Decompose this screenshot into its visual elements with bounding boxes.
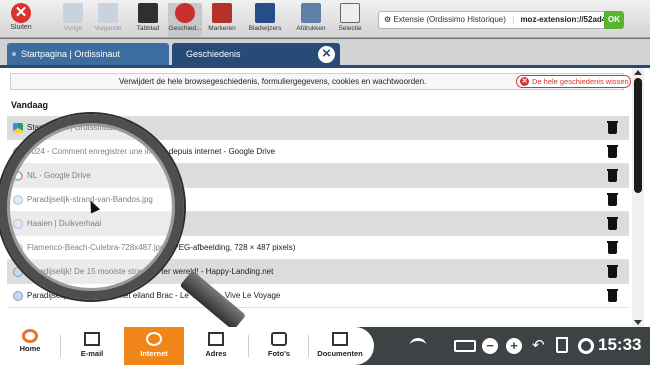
print-button[interactable]: Afdrukken — [294, 3, 328, 37]
tab-label: Geschiedenis — [186, 49, 241, 59]
bookmarks-button[interactable]: Bladwijzers — [248, 3, 282, 37]
tab-bar: Startpagina | Ordissinaut Geschiedenis × — [0, 39, 650, 65]
clear-history-bar: Verwijdert de hele browsegeschiedenis, f… — [10, 73, 631, 90]
taskbar-home[interactable]: Home — [8, 327, 52, 365]
bookmark-button[interactable]: Markeren — [205, 3, 239, 37]
scroll-up-icon[interactable] — [634, 70, 642, 75]
go-button[interactable]: OK — [604, 11, 624, 29]
back-icon[interactable]: ↶ — [532, 336, 545, 356]
globe-icon — [146, 332, 162, 346]
selection-button[interactable]: Selectie — [333, 3, 367, 37]
trash-icon[interactable] — [607, 169, 618, 182]
vertical-scrollbar[interactable] — [632, 68, 644, 330]
taskbar-documents[interactable]: Documenten — [312, 327, 368, 365]
tab-startpagina[interactable]: Startpagina | Ordissinaut — [7, 43, 169, 65]
home-icon — [22, 329, 38, 343]
clear-history-description: Verwijdert de hele browsegeschiedenis, f… — [119, 77, 427, 86]
browser-toolbar: ✕ Sluiten Vorige Volgende Tabblad Geschi… — [0, 0, 650, 38]
print-label: Afdrukken — [296, 25, 326, 32]
camera-icon — [271, 332, 287, 346]
selection-icon — [340, 3, 360, 23]
taskbar-label: Adres — [205, 349, 227, 358]
url-text: moz-extension://52ad409 — [520, 15, 616, 24]
printer-icon — [301, 3, 321, 23]
taskbar: Home E-mail Internet Adres Foto's Docume… — [0, 327, 650, 365]
trash-icon[interactable] — [607, 145, 618, 158]
address-bar[interactable]: ⚙ Extensie (Ordissimo Historique) | moz-… — [378, 11, 622, 29]
scroll-down-icon[interactable] — [634, 320, 642, 325]
bookmarks-icon — [255, 3, 275, 23]
delete-icon: ✕ — [520, 77, 529, 86]
trash-icon[interactable] — [607, 193, 618, 206]
google-drive-icon — [13, 123, 23, 133]
documents-icon — [332, 332, 348, 346]
taskbar-divider — [248, 335, 249, 357]
tab-label: Tabblad — [136, 25, 160, 32]
close-label: Sluiten — [10, 24, 32, 31]
history-icon — [175, 3, 195, 23]
close-icon: ✕ — [11, 3, 31, 23]
url-separator: | — [512, 15, 515, 24]
taskbar-email[interactable]: E-mail — [66, 327, 118, 365]
trash-icon[interactable] — [556, 337, 568, 353]
wifi-icon[interactable] — [410, 338, 426, 352]
scroll-thumb[interactable] — [634, 78, 642, 193]
trash-icon[interactable] — [607, 217, 618, 230]
battery-icon[interactable] — [454, 340, 476, 352]
app-launcher: Home E-mail Internet Adres Foto's Docume… — [0, 327, 374, 365]
tab-geschiedenis[interactable]: Geschiedenis — [172, 43, 340, 65]
close-button[interactable]: ✕ Sluiten — [4, 2, 38, 36]
taskbar-label: Internet — [140, 349, 168, 358]
globe-icon — [13, 291, 23, 301]
tab-plus-icon — [138, 3, 158, 23]
history-button[interactable]: Geschied... — [168, 3, 202, 37]
trash-icon[interactable] — [607, 121, 618, 134]
trash-icon[interactable] — [607, 265, 618, 278]
volume-up-icon[interactable]: + — [506, 338, 522, 354]
selection-label: Selectie — [338, 25, 362, 32]
taskbar-divider — [308, 335, 309, 357]
clear-history-label: De hele geschiedenis wissen — [532, 77, 629, 86]
back-label: Vorige — [63, 25, 83, 32]
forward-button[interactable]: Volgende — [91, 3, 125, 37]
new-tab-button[interactable]: Tabblad — [131, 3, 165, 37]
tab-label: Startpagina | Ordissinaut — [21, 49, 120, 59]
tab-favicon — [12, 52, 16, 56]
history-label: Geschied... — [168, 25, 202, 32]
forward-label: Volgende — [94, 25, 122, 32]
help-lifebuoy-icon[interactable] — [578, 338, 594, 354]
extension-icon: ⚙ — [384, 15, 392, 24]
taskbar-divider — [60, 335, 61, 357]
taskbar-label: Home — [19, 344, 41, 353]
taskbar-label: Documenten — [317, 349, 363, 358]
taskbar-label: Foto's — [267, 349, 291, 358]
day-heading: Vandaag — [11, 100, 49, 110]
bookmarks-label: Bladwijzers — [248, 25, 282, 32]
taskbar-photos[interactable]: Foto's — [254, 327, 304, 365]
trash-icon[interactable] — [607, 241, 618, 254]
clock: 15:33 — [598, 335, 642, 354]
taskbar-label: E-mail — [80, 349, 104, 358]
extension-name: Extensie (Ordissimo Historique) — [393, 15, 506, 24]
mail-icon — [84, 332, 100, 346]
address-book-icon — [208, 332, 224, 346]
taskbar-internet[interactable]: Internet — [124, 327, 184, 365]
trash-icon[interactable] — [607, 289, 618, 302]
close-tab-icon[interactable]: × — [316, 44, 337, 65]
taskbar-address[interactable]: Adres — [190, 327, 242, 365]
forward-arrow-icon — [98, 3, 118, 23]
back-arrow-icon — [63, 3, 83, 23]
back-button[interactable]: Vorige — [56, 3, 90, 37]
bookmark-label: Markeren — [208, 25, 236, 32]
volume-down-icon[interactable]: − — [482, 338, 498, 354]
clear-history-button[interactable]: ✕ De hele geschiedenis wissen — [516, 75, 631, 88]
bookmark-add-icon — [212, 3, 232, 23]
